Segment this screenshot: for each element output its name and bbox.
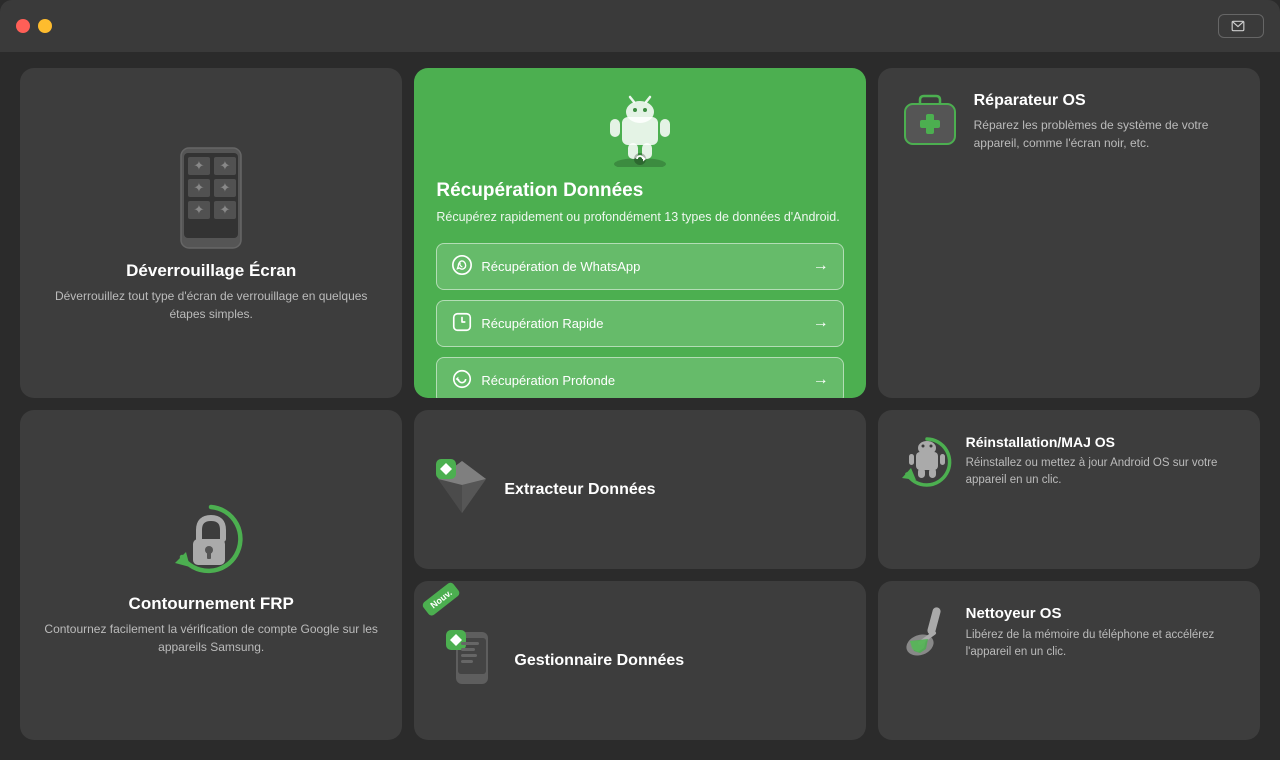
deep-icon — [451, 368, 473, 393]
svg-text:✦: ✦ — [194, 180, 205, 195]
quick-recovery-button[interactable]: Récupération Rapide → — [436, 300, 843, 347]
os-reinstall-card[interactable]: Réinstallation/MAJ OS Réinstallez ou met… — [878, 410, 1260, 569]
deep-btn-row: Récupération Profonde — [451, 368, 812, 393]
close-button[interactable] — [16, 19, 30, 33]
extractor-title: Extracteur Données — [504, 481, 655, 499]
os-repair-icon-wrap — [900, 92, 960, 157]
svg-text:✦: ✦ — [220, 180, 231, 195]
frp-title: Contournement FRP — [129, 594, 294, 614]
whatsapp-btn-row: Récupération de WhatsApp — [451, 254, 812, 279]
mail-icon — [1231, 19, 1245, 33]
os-repair-svg — [900, 92, 960, 152]
cleaner-title: Nettoyeur OS — [966, 605, 1238, 622]
arrow2: → — [813, 314, 829, 332]
main-grid: ✦ ✦ ✦ ✦ ✦ ✦ Déverrouillage Écran Déverro… — [0, 52, 1280, 760]
quick-icon — [451, 311, 473, 336]
os-repair-text: Réparateur OS Réparez les problèmes de s… — [974, 92, 1238, 152]
reinstall-icon-wrap — [900, 434, 954, 493]
svg-text:✦: ✦ — [194, 202, 205, 217]
screen-unlock-title: Déverrouillage Écran — [126, 261, 296, 281]
data-recovery-card[interactable]: Récupération Données Récupérez rapidemen… — [414, 68, 865, 398]
cleaner-icon-wrap — [900, 605, 954, 664]
os-repair-title: Réparateur OS — [974, 92, 1238, 110]
reinstall-svg — [900, 434, 954, 488]
quick-btn-row: Récupération Rapide — [451, 311, 812, 336]
svg-text:✦: ✦ — [194, 158, 205, 173]
screen-unlock-card[interactable]: ✦ ✦ ✦ ✦ ✦ ✦ Déverrouillage Écran Déverro… — [20, 68, 402, 398]
arrow3: → — [813, 371, 829, 389]
feedback-button[interactable] — [1218, 14, 1264, 38]
recovery-main-title: Récupération Données — [436, 180, 643, 202]
cleaner-desc: Libérez de la mémoire du téléphone et ac… — [966, 627, 1238, 662]
reinstall-text: Réinstallation/MAJ OS Réinstallez ou met… — [966, 434, 1238, 490]
manager-icon-wrap — [446, 630, 498, 691]
frp-card[interactable]: Contournement FRP Contournez facilement … — [20, 410, 402, 740]
whatsapp-icon — [451, 254, 473, 279]
whatsapp-svg — [451, 254, 473, 276]
whatsapp-label: Récupération de WhatsApp — [481, 259, 640, 274]
manager-svg — [446, 630, 498, 686]
quick-svg — [451, 311, 473, 333]
bottom-center-col: Extracteur Données Nouv. — [414, 410, 865, 740]
deep-svg — [451, 368, 473, 390]
deep-recovery-button[interactable]: Récupération Profonde → — [436, 357, 843, 398]
recovery-main-desc: Récupérez rapidement ou profondément 13 … — [436, 208, 839, 227]
svg-text:✦: ✦ — [220, 202, 231, 217]
android-icon — [600, 92, 680, 167]
arrow1: → — [813, 257, 829, 275]
cleaner-text: Nettoyeur OS Libérez de la mémoire du té… — [966, 605, 1238, 662]
data-extractor-card[interactable]: Extracteur Données — [414, 410, 865, 569]
whatsapp-recovery-button[interactable]: Récupération de WhatsApp → — [436, 243, 843, 290]
minimize-button[interactable] — [38, 19, 52, 33]
reinstall-desc: Réinstallez ou mettez à jour Android OS … — [966, 455, 1238, 490]
frp-icon — [166, 495, 256, 590]
deep-label: Récupération Profonde — [481, 373, 615, 388]
screen-unlock-icon: ✦ ✦ ✦ ✦ ✦ ✦ — [166, 143, 256, 253]
reinstall-title: Réinstallation/MAJ OS — [966, 434, 1238, 450]
right-bottom-col: Réinstallation/MAJ OS Réinstallez ou met… — [878, 410, 1260, 740]
cleaner-svg — [900, 605, 954, 659]
svg-text:✦: ✦ — [220, 158, 231, 173]
os-repair-desc: Réparez les problèmes de système de votr… — [974, 116, 1238, 152]
frp-desc: Contournez facilement la vérification de… — [42, 620, 380, 656]
new-badge: Nouv. — [422, 581, 462, 617]
manager-title: Gestionnaire Données — [514, 652, 684, 670]
traffic-lights — [16, 19, 52, 33]
extractor-svg — [436, 459, 488, 515]
screen-unlock-desc: Déverrouillez tout type d'écran de verro… — [42, 287, 380, 323]
data-manager-card[interactable]: Nouv. Gestionnaire Données — [414, 581, 865, 740]
os-repair-card[interactable]: Réparateur OS Réparez les problèmes de s… — [878, 68, 1260, 398]
extractor-icon-wrap — [436, 459, 488, 520]
os-cleaner-card[interactable]: Nettoyeur OS Libérez de la mémoire du té… — [878, 581, 1260, 740]
titlebar — [0, 0, 1280, 52]
android-icon-wrap — [600, 92, 680, 172]
quick-label: Récupération Rapide — [481, 316, 603, 331]
